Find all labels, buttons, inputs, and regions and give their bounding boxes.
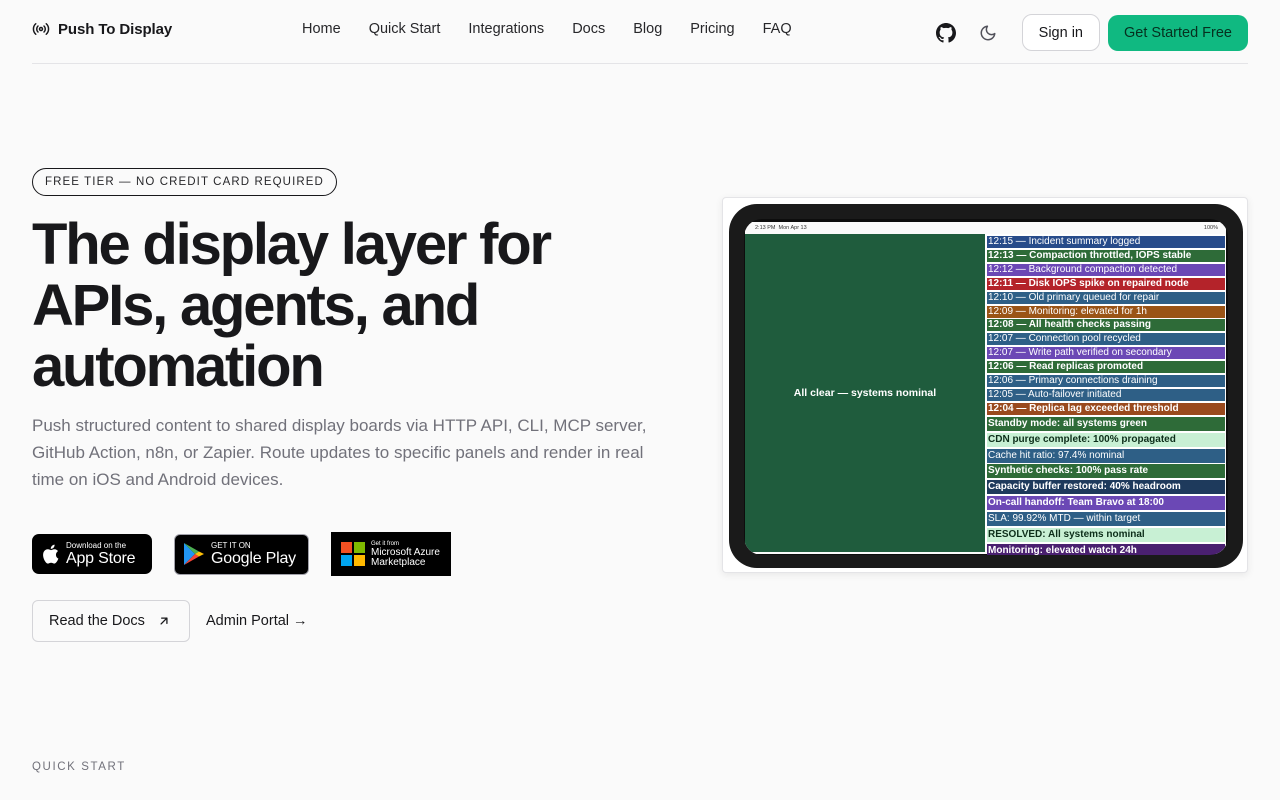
status-battery: 100% [1203, 225, 1218, 231]
log-entry: CDN purge complete: 100% propagated [987, 432, 1225, 447]
azure-big-1: Microsoft Azure [371, 546, 440, 558]
event-log-panel: 12:15 — Incident summary logged 12:13 — C… [985, 234, 1225, 555]
status-panel: All clear — systems nominal [745, 234, 985, 552]
log-entry: Capacity buffer restored: 40% headroom [987, 480, 1225, 495]
log-entry: 12:13 — Compaction throttled, IOPS stabl… [987, 249, 1225, 262]
log-entry: 12:06 — Read replicas promoted [987, 361, 1225, 374]
google-play-badge[interactable]: GET IT ON Google Play [174, 533, 309, 575]
tablet-frame: 2:13 PM Mon Apr 13 100% All clear — syst… [729, 204, 1243, 568]
site-header: Push To Display Home Quick Start Integra… [32, 0, 1248, 64]
nav-faq[interactable]: FAQ [763, 21, 792, 37]
free-tier-badge: FREE TIER — NO CREDIT CARD REQUIRED [32, 168, 337, 196]
microsoft-icon [341, 542, 365, 566]
apple-icon [43, 544, 59, 564]
google-play-small: GET IT ON [211, 541, 251, 550]
read-docs-label: Read the Docs [49, 613, 145, 629]
read-docs-button[interactable]: Read the Docs [32, 600, 190, 642]
log-entry: Standby mode: all systems green [987, 416, 1225, 431]
tablet-bezel: 2:13 PM Mon Apr 13 100% All clear — syst… [744, 219, 1228, 555]
nav-pricing[interactable]: Pricing [690, 21, 734, 37]
nav-home[interactable]: Home [302, 21, 341, 37]
log-entry: 12:11 — Disk IOPS spike on repaired node [987, 277, 1225, 290]
nav-quick-start[interactable]: Quick Start [369, 21, 441, 37]
nav-integrations[interactable]: Integrations [468, 21, 544, 37]
status-bar: 2:13 PM Mon Apr 13 100% [745, 222, 1226, 234]
log-entry: 12:07 — Connection pool recycled [987, 333, 1225, 346]
log-entry: 12:08 — All health checks passing [987, 319, 1225, 332]
hero-buttons: Read the Docs Admin Portal → [32, 600, 308, 642]
azure-marketplace-badge[interactable]: Get it from Microsoft Azure Marketplace [331, 532, 451, 576]
header-actions: Sign in Get Started Free [928, 14, 1248, 51]
theme-toggle[interactable] [970, 15, 1006, 51]
store-badges: Download on the App Store GET IT ON Goog… [32, 532, 451, 576]
app-store-small: Download on the [66, 541, 127, 550]
azure-big-2: Marketplace [371, 556, 426, 568]
nav-docs[interactable]: Docs [572, 21, 605, 37]
broadcast-icon [32, 23, 50, 35]
log-entry: 12:05 — Auto-failover initiated [987, 388, 1225, 401]
log-entry: RESOLVED: All systems nominal [987, 528, 1225, 542]
app-store-big: App Store [66, 550, 136, 567]
quick-start-label: QUICK START [32, 761, 126, 773]
log-entry: 12:07 — Write path verified on secondary [987, 347, 1225, 360]
log-entry: On-call handoff: Team Bravo at 18:00 [987, 496, 1225, 511]
log-entry: 12:15 — Incident summary logged [987, 236, 1225, 248]
log-entry: Cache hit ratio: 97.4% nominal [987, 448, 1225, 463]
log-entry: 12:12 — Background compaction detected [987, 263, 1225, 276]
github-icon [935, 22, 956, 43]
log-entry: Synthetic checks: 100% pass rate [987, 464, 1225, 479]
hero-subtitle: Push structured content to shared displa… [32, 416, 647, 489]
log-entry: 12:09 — Monitoring: elevated for 1h [987, 305, 1225, 318]
sign-in-button[interactable]: Sign in [1021, 14, 1100, 51]
hero-title: The display layer for APIs, agents, and … [32, 212, 552, 399]
brand[interactable]: Push To Display [32, 20, 172, 38]
get-started-button[interactable]: Get Started Free [1108, 14, 1248, 51]
admin-portal-link[interactable]: Admin Portal → [206, 613, 308, 629]
log-entry: Monitoring: elevated watch 24h [987, 543, 1225, 555]
brand-name: Push To Display [58, 20, 173, 38]
github-button[interactable] [928, 15, 964, 51]
arrow-up-right-icon [160, 617, 168, 625]
app-store-badge[interactable]: Download on the App Store [32, 534, 152, 574]
log-entry: SLA: 99.92% MTD — within target [987, 512, 1225, 527]
google-play-big: Google Play [211, 550, 296, 567]
log-entry: 12:10 — Old primary queued for repair [987, 291, 1225, 304]
log-entry: 12:04 — Replica lag exceeded threshold [987, 402, 1225, 415]
moon-icon [980, 25, 996, 40]
nav-blog[interactable]: Blog [633, 21, 662, 37]
google-play-icon [184, 543, 204, 565]
log-entry: 12:06 — Primary connections draining [987, 375, 1225, 387]
tablet-screen: 2:13 PM Mon Apr 13 100% All clear — syst… [745, 222, 1226, 555]
device-preview-card: 2:13 PM Mon Apr 13 100% All clear — syst… [722, 197, 1248, 573]
main-nav: Home Quick Start Integrations Docs Blog … [302, 21, 820, 37]
status-time: 2:13 PM Mon Apr 13 [755, 225, 807, 231]
